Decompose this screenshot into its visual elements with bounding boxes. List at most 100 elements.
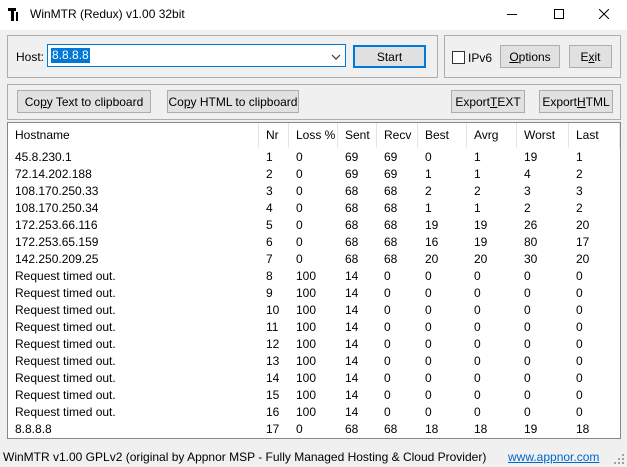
table-row[interactable]: 108.170.250.34 4 0 68 68 1 1 2 2 (8, 200, 620, 217)
start-button[interactable]: Start (353, 45, 426, 68)
copy-text-button[interactable]: Co p y Text to clipboard (17, 90, 151, 113)
table-row[interactable]: 45.8.230.1 1 0 69 69 0 1 19 1 (8, 149, 620, 166)
cell-worst: 0 (524, 337, 531, 351)
cell-worst: 0 (524, 269, 531, 283)
exit-button[interactable]: Ex it (569, 45, 612, 68)
cell-avrg: 0 (474, 303, 481, 317)
column-header-last[interactable]: Last (569, 123, 620, 148)
ipv6-checkbox[interactable] (452, 51, 465, 64)
cell-nr: 8 (266, 269, 273, 283)
column-header-recv[interactable]: Recv (377, 123, 418, 148)
cell-sent: 14 (345, 405, 359, 419)
table-row[interactable]: 172.253.65.159 6 0 68 68 16 19 80 17 (8, 234, 620, 251)
window-title: WinMTR (Redux) v1.00 32bit (30, 7, 185, 21)
table-row[interactable]: Request timed out. 14 100 14 0 0 0 0 0 (8, 370, 620, 387)
close-icon (598, 8, 610, 22)
export-text-button[interactable]: Export T EXT (451, 90, 525, 113)
table-row[interactable]: Request timed out. 12 100 14 0 0 0 0 0 (8, 336, 620, 353)
cell-hostname: Request timed out. (15, 405, 116, 419)
table-row[interactable]: 8.8.8.8 17 0 68 68 18 18 19 18 (8, 421, 620, 438)
table-row[interactable]: Request timed out. 8 100 14 0 0 0 0 0 (8, 268, 620, 285)
cell-best: 0 (425, 269, 432, 283)
maximize-button[interactable] (536, 0, 582, 30)
cell-worst: 0 (524, 371, 531, 385)
resize-grip-icon[interactable] (613, 453, 625, 465)
table-row[interactable]: 72.14.202.188 2 0 69 69 1 1 4 2 (8, 166, 620, 183)
cell-loss: 0 (296, 252, 303, 266)
cell-avrg: 0 (474, 354, 481, 368)
cell-loss: 0 (296, 218, 303, 232)
table-row[interactable]: Request timed out. 15 100 14 0 0 0 0 0 (8, 387, 620, 404)
cell-recv: 0 (384, 303, 391, 317)
cell-loss: 100 (296, 286, 317, 300)
table-body: 45.8.230.1 1 0 69 69 0 1 19 1 72.14.202.188 2 0 69 69… (8, 149, 620, 438)
column-header-best[interactable]: Best (418, 123, 467, 148)
cell-loss: 100 (296, 371, 317, 385)
host-combobox[interactable]: 8.8.8.8 (47, 44, 346, 67)
cell-loss: 100 (296, 337, 317, 351)
cell-loss: 0 (296, 150, 303, 164)
cell-last: 2 (576, 167, 583, 181)
chevron-down-icon[interactable] (331, 51, 341, 61)
cell-nr: 1 (266, 150, 273, 164)
cell-best: 0 (425, 371, 432, 385)
cell-hostname: Request timed out. (15, 337, 116, 351)
table-header: Hostname Nr Loss % Sent Recv Best Avrg Worst Las… (8, 123, 620, 148)
cell-nr: 16 (266, 405, 280, 419)
table-row[interactable]: 108.170.250.33 3 0 68 68 2 2 3 3 (8, 183, 620, 200)
cell-last: 0 (576, 286, 583, 300)
table-row[interactable]: 172.253.66.116 5 0 68 68 19 19 26 20 (8, 217, 620, 234)
export-html-button[interactable]: Export H TML (539, 90, 613, 113)
table-row[interactable]: Request timed out. 11 100 14 0 0 0 0 0 (8, 319, 620, 336)
cell-sent: 14 (345, 286, 359, 300)
cell-worst: 0 (524, 286, 531, 300)
table-row[interactable]: Request timed out. 13 100 14 0 0 0 0 0 (8, 353, 620, 370)
cell-worst: 2 (524, 201, 531, 215)
cell-worst: 4 (524, 167, 531, 181)
cell-recv: 0 (384, 354, 391, 368)
close-button[interactable] (581, 0, 627, 30)
cell-last: 0 (576, 303, 583, 317)
cell-last: 0 (576, 371, 583, 385)
cell-loss: 100 (296, 388, 317, 402)
results-table[interactable]: Hostname Nr Loss % Sent Recv Best Avrg Worst Las… (7, 122, 621, 439)
cell-hostname: 45.8.230.1 (15, 150, 72, 164)
cell-avrg: 0 (474, 269, 481, 283)
options-button[interactable]: Options (500, 45, 560, 68)
cell-loss: 100 (296, 405, 317, 419)
column-header-hostname[interactable]: Hostname (8, 123, 259, 148)
cell-avrg: 20 (474, 252, 488, 266)
cell-last: 0 (576, 320, 583, 334)
cell-sent: 68 (345, 184, 359, 198)
column-header-sent[interactable]: Sent (338, 123, 377, 148)
column-header-avrg[interactable]: Avrg (467, 123, 517, 148)
minimize-button[interactable] (489, 0, 535, 30)
cell-best: 0 (425, 286, 432, 300)
cell-worst: 19 (524, 422, 538, 436)
ipv6-label[interactable]: IPv6 (468, 51, 492, 65)
cell-recv: 68 (384, 218, 398, 232)
cell-best: 0 (425, 150, 432, 164)
cell-hostname: Request timed out. (15, 354, 116, 368)
table-row[interactable]: Request timed out. 16 100 14 0 0 0 0 0 (8, 404, 620, 421)
column-header-worst[interactable]: Worst (517, 123, 569, 148)
cell-hostname: 72.14.202.188 (15, 167, 92, 181)
cell-worst: 0 (524, 320, 531, 334)
cell-hostname: Request timed out. (15, 388, 116, 402)
cell-last: 20 (576, 252, 590, 266)
copy-html-button[interactable]: Co p y HTML to clipboard (167, 90, 299, 113)
cell-loss: 0 (296, 422, 303, 436)
cell-avrg: 19 (474, 218, 488, 232)
column-header-loss[interactable]: Loss % (289, 123, 338, 148)
appnor-link[interactable]: www.appnor.com (508, 450, 599, 464)
cell-sent: 68 (345, 201, 359, 215)
cell-worst: 26 (524, 218, 538, 232)
table-row[interactable]: Request timed out. 9 100 14 0 0 0 0 0 (8, 285, 620, 302)
cell-sent: 14 (345, 371, 359, 385)
table-row[interactable]: Request timed out. 10 100 14 0 0 0 0 0 (8, 302, 620, 319)
cell-avrg: 0 (474, 405, 481, 419)
column-header-nr[interactable]: Nr (259, 123, 289, 148)
cell-last: 20 (576, 218, 590, 232)
host-value[interactable]: 8.8.8.8 (51, 48, 90, 63)
table-row[interactable]: 142.250.209.25 7 0 68 68 20 20 30 20 (8, 251, 620, 268)
